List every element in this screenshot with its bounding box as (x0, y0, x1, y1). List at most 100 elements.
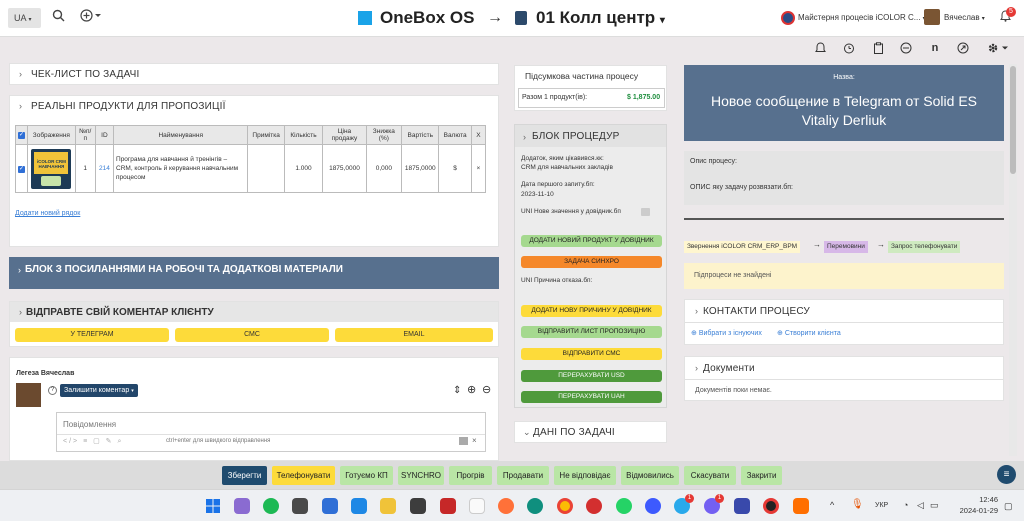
status-no-answer-button[interactable]: Не відповідає (554, 466, 616, 485)
minus-circle-icon[interactable]: ⊖ (482, 383, 491, 396)
row-id-link[interactable]: 214 (99, 165, 110, 172)
row-discount[interactable]: 0,000 (365, 144, 403, 193)
search-icon[interactable] (52, 9, 65, 25)
send-offer-button[interactable]: ВІДПРАВИТИ ЛИСТ ПРОПОЗИЦІЮ (521, 326, 662, 338)
sms-button[interactable]: СМС (175, 328, 329, 342)
app-taskbar-icon[interactable] (292, 498, 308, 514)
menu-icon[interactable]: ≡ (997, 465, 1016, 484)
add-icon[interactable] (80, 9, 102, 25)
edge-icon[interactable] (527, 498, 543, 514)
sort-icon[interactable]: ⇕ (453, 385, 461, 396)
author-avatar (16, 383, 41, 407)
status-cancel-button[interactable]: Скасувати (684, 466, 736, 485)
row-remove-button[interactable]: × (470, 144, 487, 193)
microphone-icon[interactable]: 🎙 (851, 499, 864, 510)
status-call-button[interactable]: Телефонувати (272, 466, 335, 485)
app-taskbar-icon[interactable] (734, 498, 750, 514)
file-explorer-icon[interactable] (380, 498, 396, 514)
task-data-section[interactable]: ⌄ ДАНІ ПО ЗАДАЧІ (514, 421, 667, 443)
scrollbar-thumb[interactable] (1010, 66, 1016, 174)
recalc-uah-button[interactable]: ПЕРЕРАХУВАТИ UAH (521, 391, 662, 403)
add-reason-button[interactable]: ДОДАТИ НОВУ ПРИЧИНУ У ДОВІДНИК (521, 305, 662, 317)
total-label: Разом 1 продукт(ів): (522, 94, 588, 101)
status-refused-button[interactable]: Відмовились (621, 466, 679, 485)
app-taskbar-icon[interactable] (351, 498, 367, 514)
process-title[interactable]: 01 Колл центр ▾ (536, 8, 665, 28)
status-warmup-button[interactable]: Прогрів (449, 466, 492, 485)
status-synchro-button[interactable]: SYNCHRO (398, 466, 444, 485)
message-input[interactable] (63, 416, 483, 432)
whatsapp-icon[interactable] (616, 498, 632, 514)
add-circle-icon[interactable]: ⊕ (467, 383, 476, 396)
status-close-button[interactable]: Закрити (741, 466, 782, 485)
field-edit-icon[interactable] (641, 208, 650, 216)
close-icon[interactable]: × (472, 436, 477, 445)
checklist-section[interactable]: › ЧЕК-ЛИСТ ПО ЗАДАЧІ (9, 63, 499, 85)
user-avatar[interactable] (924, 9, 940, 25)
send-sms-button[interactable]: ВІДПРАВИТИ СМС (521, 348, 662, 360)
chevron-right-icon[interactable]: › (695, 306, 698, 316)
add-product-button[interactable]: ДОДАТИ НОВИЙ ПРОДУКТ У ДОВІДНИК (521, 235, 662, 247)
leave-comment-button[interactable]: Залишити коментар ▾ (60, 384, 138, 397)
row-price[interactable]: 1875,0000 (322, 144, 367, 193)
wifi-icon[interactable]: ◔ (903, 500, 908, 510)
row-note[interactable] (247, 144, 285, 193)
flow-step[interactable]: Запрос телефонувати (888, 241, 961, 253)
settings-gear-icon[interactable] (987, 42, 1009, 57)
save-button[interactable]: Зберегти (222, 466, 267, 485)
status-sell-button[interactable]: Продавати (497, 466, 549, 485)
minus-circle-icon[interactable] (899, 42, 913, 57)
company-selector[interactable]: Майстерня процесів iCOLOR C... ▾ (798, 13, 926, 22)
firefox-icon[interactable] (498, 498, 514, 514)
status-prepare-offer-button[interactable]: Готуємо КП (340, 466, 393, 485)
app-taskbar-icon[interactable] (793, 498, 809, 514)
procedures-panel: › БЛОК ПРОЦЕДУР Додаток, яким цікавився.… (514, 124, 667, 408)
keyboard-language[interactable]: УКР (875, 502, 888, 509)
chrome-icon[interactable] (557, 498, 573, 514)
row-id[interactable]: 214 (94, 144, 115, 193)
flow-step[interactable]: Звернення iCOLOR CRM_ERP_BPM (684, 241, 801, 253)
app-taskbar-icon[interactable] (234, 498, 250, 514)
notification-center-icon[interactable]: ▢ (1004, 501, 1013, 512)
mail-icon[interactable] (322, 498, 338, 514)
chevron-right-icon[interactable]: › (695, 363, 698, 373)
app-taskbar-icon[interactable] (645, 498, 661, 514)
help-icon[interactable]: ? (48, 386, 57, 395)
attach-image-icon[interactable] (459, 437, 468, 445)
recalc-usd-button[interactable]: ПЕРЕРАХУВАТИ USD (521, 370, 662, 382)
row-checkbox[interactable]: ✓ (14, 144, 29, 193)
terminal-icon[interactable] (410, 498, 426, 514)
row-qty[interactable]: 1.000 (283, 144, 324, 193)
user-menu[interactable]: Вячеслав ▾ (944, 13, 985, 22)
create-client-link[interactable]: ⊕ Створити клієнта (777, 329, 841, 337)
clipboard-icon[interactable] (871, 42, 885, 57)
email-button[interactable]: EMAIL (335, 328, 493, 342)
language-selector[interactable]: UA ▾ (8, 8, 41, 28)
volume-icon[interactable]: ◁ (917, 500, 924, 511)
chevron-up-icon[interactable]: ^ (830, 500, 834, 510)
telegram-button[interactable]: У ТЕЛЕГРАМ (15, 328, 169, 342)
document-icon[interactable] (469, 498, 485, 514)
links-block-header[interactable]: › БЛОК З ПОСИЛАННЯМИ НА РОБОЧІ ТА ДОДАТК… (9, 257, 499, 289)
chevron-right-icon[interactable]: › (523, 132, 526, 142)
flow-step[interactable]: Перемовини (824, 241, 868, 253)
bell-icon[interactable] (813, 42, 827, 57)
add-row-link[interactable]: Додати новий рядок (15, 210, 80, 217)
external-link-icon[interactable] (956, 42, 970, 57)
field-value: 2023-11-10 (521, 191, 554, 198)
products-table: ✓ Зображення №п/п ID Найменування Приміт… (14, 125, 487, 193)
spotify-icon[interactable] (263, 498, 279, 514)
opera-icon[interactable] (586, 498, 602, 514)
select-all-checkbox[interactable]: ✓ (14, 125, 29, 145)
n-icon[interactable]: n (928, 42, 942, 54)
app-taskbar-icon[interactable] (440, 498, 456, 514)
recorder-icon[interactable] (763, 498, 779, 514)
chevron-right-icon[interactable]: › (19, 101, 22, 111)
choose-existing-link[interactable]: ⊕ Вибрати з існуючих (691, 329, 762, 337)
windows-start-icon[interactable] (205, 498, 221, 514)
sync-task-button[interactable]: ЗАДАЧА СИНХРО (521, 256, 662, 268)
comment-box[interactable]: </> ≡ ▢ ✎ ⌕ ctrl+enter для швидкого відп… (56, 412, 486, 452)
battery-icon[interactable]: ▭ (930, 500, 939, 511)
editor-toolbar-icons[interactable]: </> ≡ ▢ ✎ ⌕ (63, 437, 123, 446)
alarm-clock-icon[interactable] (842, 42, 856, 57)
